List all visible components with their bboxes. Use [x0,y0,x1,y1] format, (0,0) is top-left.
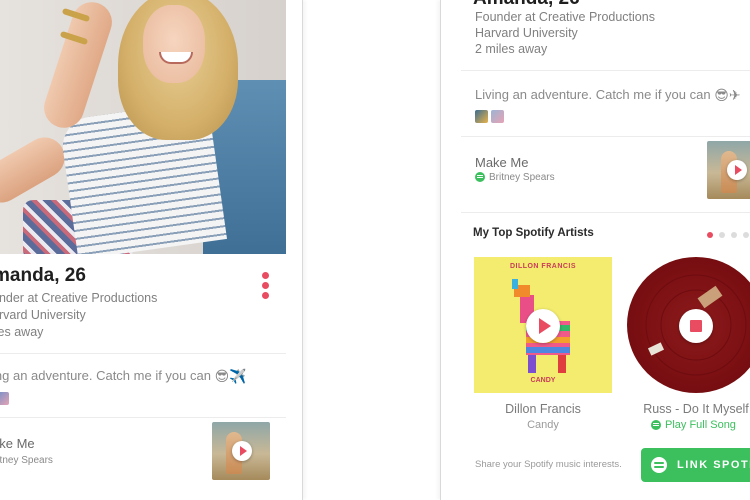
artist-name: Dillon Francis [505,402,581,416]
pager-dot[interactable] [719,232,725,238]
anthem-album-art[interactable] [212,422,270,480]
anthem-album-art[interactable] [707,141,750,199]
play-icon[interactable] [727,160,747,180]
profile-name-age: manda, 26 [0,265,86,286]
spotify-section-heading: My Top Spotify Artists [473,227,594,239]
pager-dot[interactable] [743,232,749,238]
photo-thumb-icon [491,110,504,123]
link-spotify-label: LINK SPOTIFY [677,459,750,471]
play-icon[interactable] [526,309,560,343]
profile-job: under at Creative Productions [0,291,158,305]
bio-text: ing an adventure. Catch me if you can [0,368,211,383]
anthem-song-artist: ritney Spears [0,455,53,466]
artist-text: Britney Spears [489,172,555,183]
stop-icon[interactable] [679,309,713,343]
left-profile-card: manda, 26 under at Creative Productions … [0,0,303,500]
play-full-song-text: Play Full Song [665,419,736,431]
divider [0,353,286,354]
pager-dot[interactable] [731,232,737,238]
anthem-song-title: ake Me [0,436,35,451]
divider [0,417,286,418]
artist-name: Russ - Do It Myself [643,402,749,416]
play-icon[interactable] [232,441,252,461]
profile-name-age: Amanda, 26 [473,0,580,10]
profile-distance: iles away [0,325,44,339]
photo-thumb-icon [475,110,488,123]
spotify-logo-icon [651,457,667,473]
profile-job: Founder at Creative Productions [475,10,655,24]
profile-school: Harvard University [475,26,578,40]
spotify-icon [651,420,661,431]
bio-text: Living an adventure. Catch me if you can [475,87,711,102]
play-full-song-link[interactable]: Play Full Song [651,419,736,431]
artist-art-dillon-francis[interactable]: DILLON FRANCIS CANDY [474,257,612,393]
photo-face [143,5,205,83]
instagram-thumb-icon [0,392,9,405]
art-subtitle-text: CANDY [530,377,556,384]
artist-art-russ[interactable] [627,257,750,393]
profile-school: arvard University [0,308,86,322]
profile-photo[interactable] [0,0,286,254]
profile-bio: ing an adventure. Catch me if you can 😎✈… [0,368,247,385]
artist-song: Candy [527,419,559,431]
link-spotify-button[interactable]: LINK SPOTIFY [641,448,750,482]
pager-dot-active[interactable] [707,232,713,238]
profile-bio: Living an adventure. Catch me if you can… [475,87,741,104]
divider [461,70,750,71]
profile-distance: 2 miles away [475,42,548,56]
divider [461,136,750,137]
anthem-song-title: Make Me [475,155,529,170]
spotify-icon [475,172,485,183]
more-options-icon[interactable] [260,270,270,300]
right-profile-card: Amanda, 26 Founder at Creative Productio… [440,0,750,500]
anthem-song-artist: Britney Spears [475,172,555,183]
divider [461,212,750,213]
bio-emojis: 😎✈️ [214,368,247,385]
share-spotify-text: Share your Spotify music interests. [475,459,622,470]
bio-emojis: 😎✈ [714,87,741,104]
